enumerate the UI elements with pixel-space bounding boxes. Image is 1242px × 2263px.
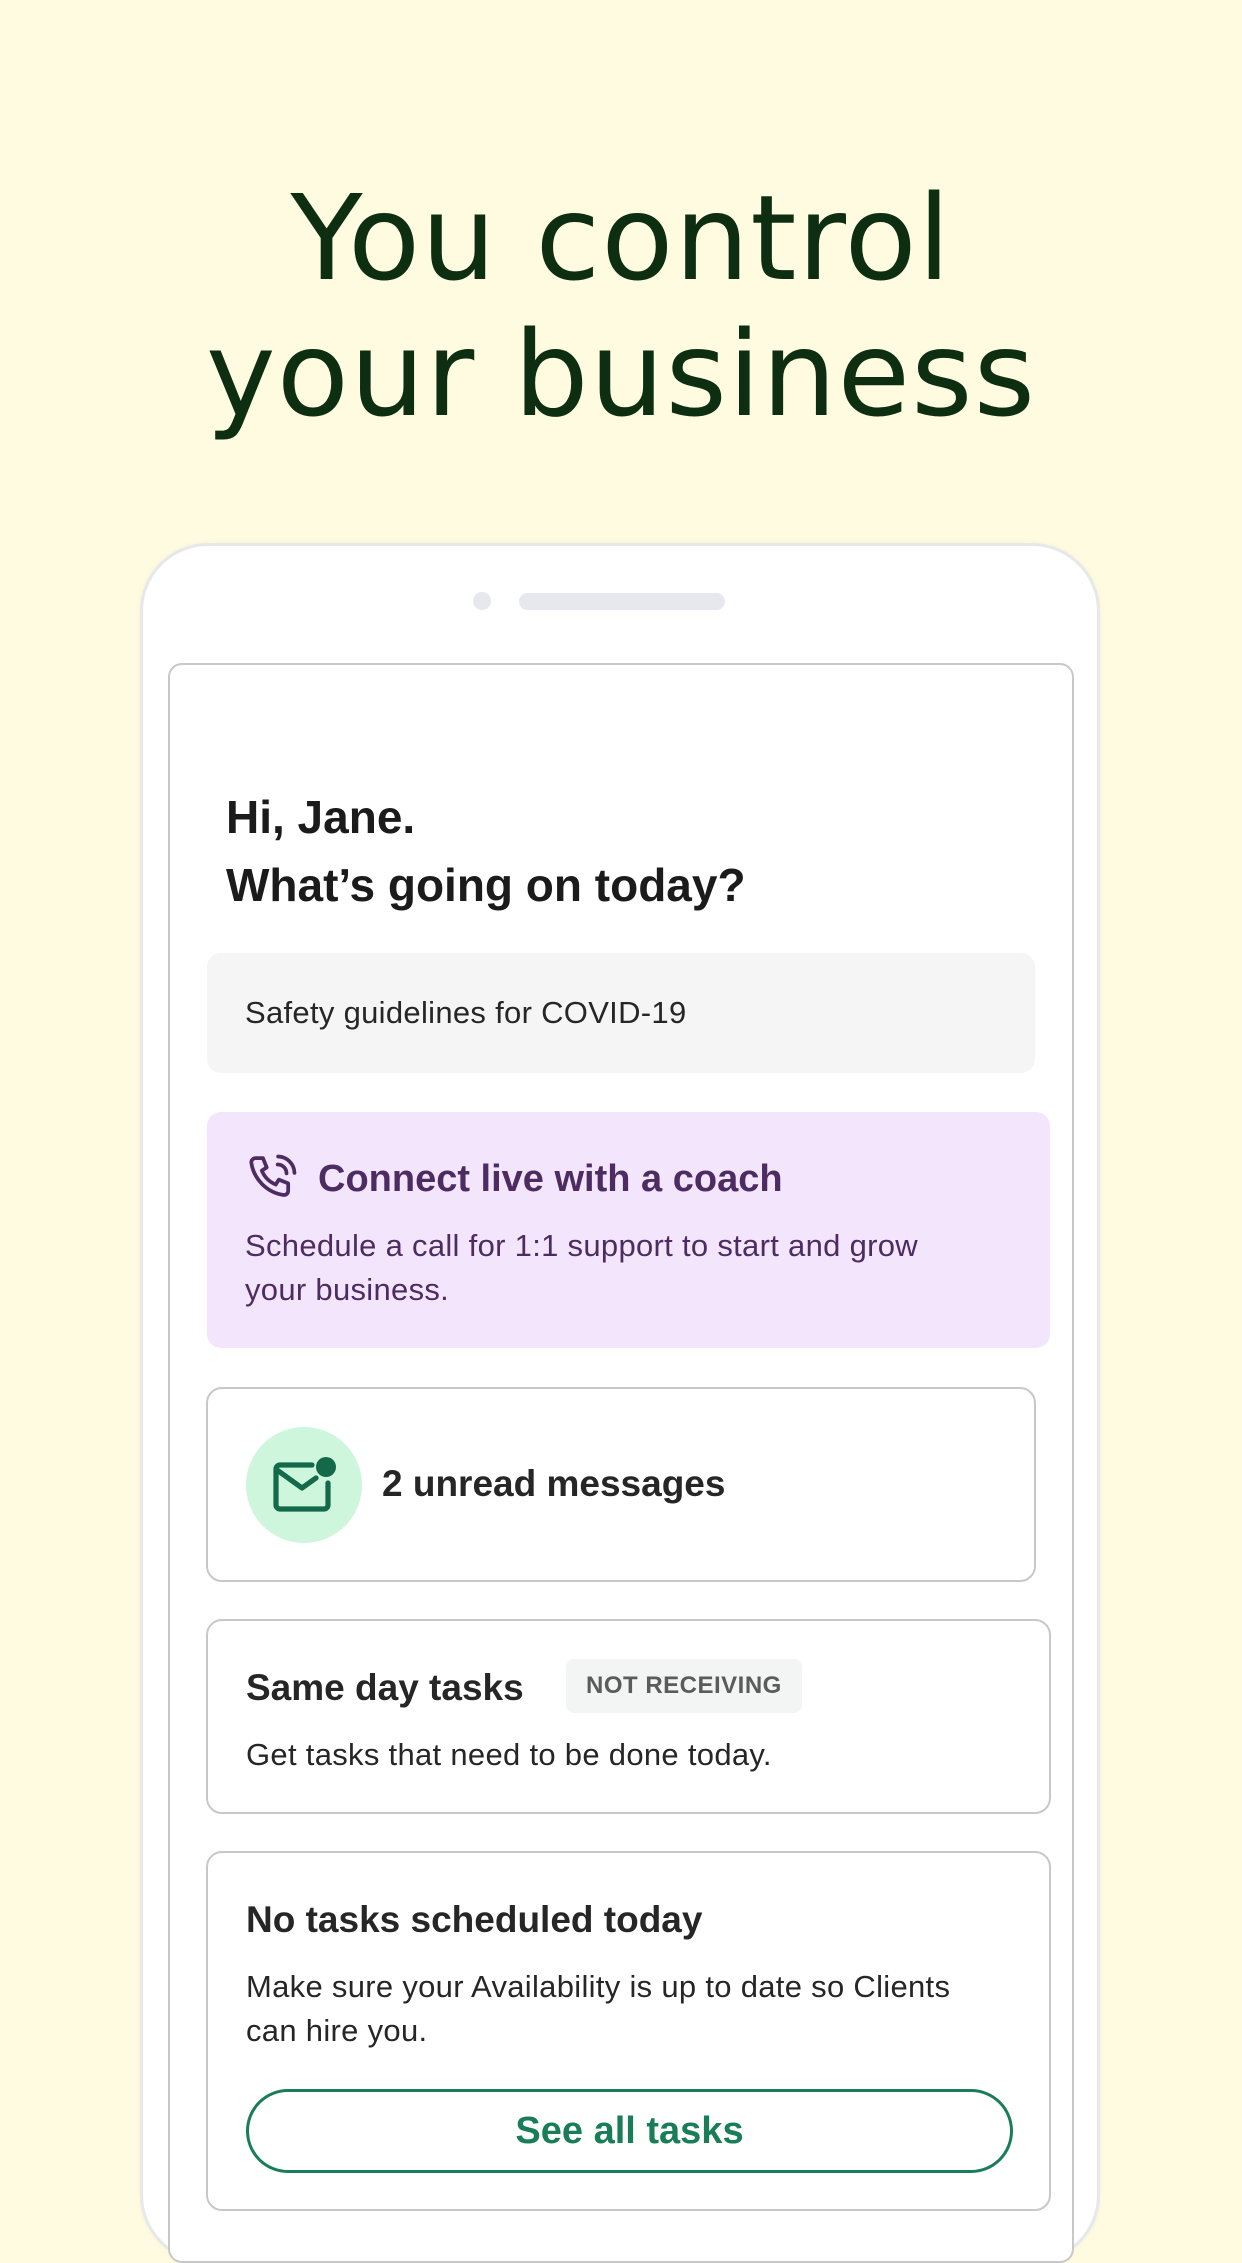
same-day-tasks-description: Get tasks that need to be done today.: [246, 1737, 772, 1772]
headline-line-2: your business: [205, 305, 1037, 443]
coach-card[interactable]: Connect live with a coach Schedule a cal…: [207, 1112, 1050, 1348]
unread-messages-card[interactable]: 2 unread messages: [206, 1387, 1036, 1582]
same-day-tasks-card[interactable]: Same day tasks NOT RECEIVING Get tasks t…: [206, 1619, 1051, 1814]
safety-guidelines-link[interactable]: Safety guidelines for COVID-19: [207, 953, 1035, 1073]
unread-messages-label: 2 unread messages: [382, 1463, 726, 1504]
mail-icon: [273, 1457, 336, 1512]
greeting: Hi, Jane. What’s going on today?: [226, 783, 746, 919]
same-day-tasks-title: Same day tasks: [246, 1667, 524, 1708]
no-tasks-title: No tasks scheduled today: [246, 1899, 703, 1940]
no-tasks-card: No tasks scheduled today Make sure your …: [206, 1851, 1051, 2211]
safety-guidelines-label: Safety guidelines for COVID-19: [245, 995, 687, 1030]
no-tasks-description: Make sure your Availability is up to dat…: [246, 1969, 951, 2048]
greeting-name: Hi, Jane.: [226, 791, 416, 843]
greeting-question: What’s going on today?: [226, 859, 746, 911]
mail-icon-badge: [246, 1427, 362, 1543]
status-badge: NOT RECEIVING: [566, 1659, 802, 1713]
coach-description: Schedule a call for 1:1 support to start…: [245, 1228, 918, 1307]
phone-camera-dot: [473, 592, 491, 610]
headline-line-1: You control: [290, 169, 952, 307]
phone-call-icon: [249, 1154, 297, 1197]
see-all-tasks-button[interactable]: See all tasks: [246, 2089, 1013, 2173]
coach-title: Connect live with a coach: [318, 1158, 783, 1200]
phone-speaker: [519, 593, 725, 610]
marketing-headline: You control your business: [0, 170, 1242, 442]
